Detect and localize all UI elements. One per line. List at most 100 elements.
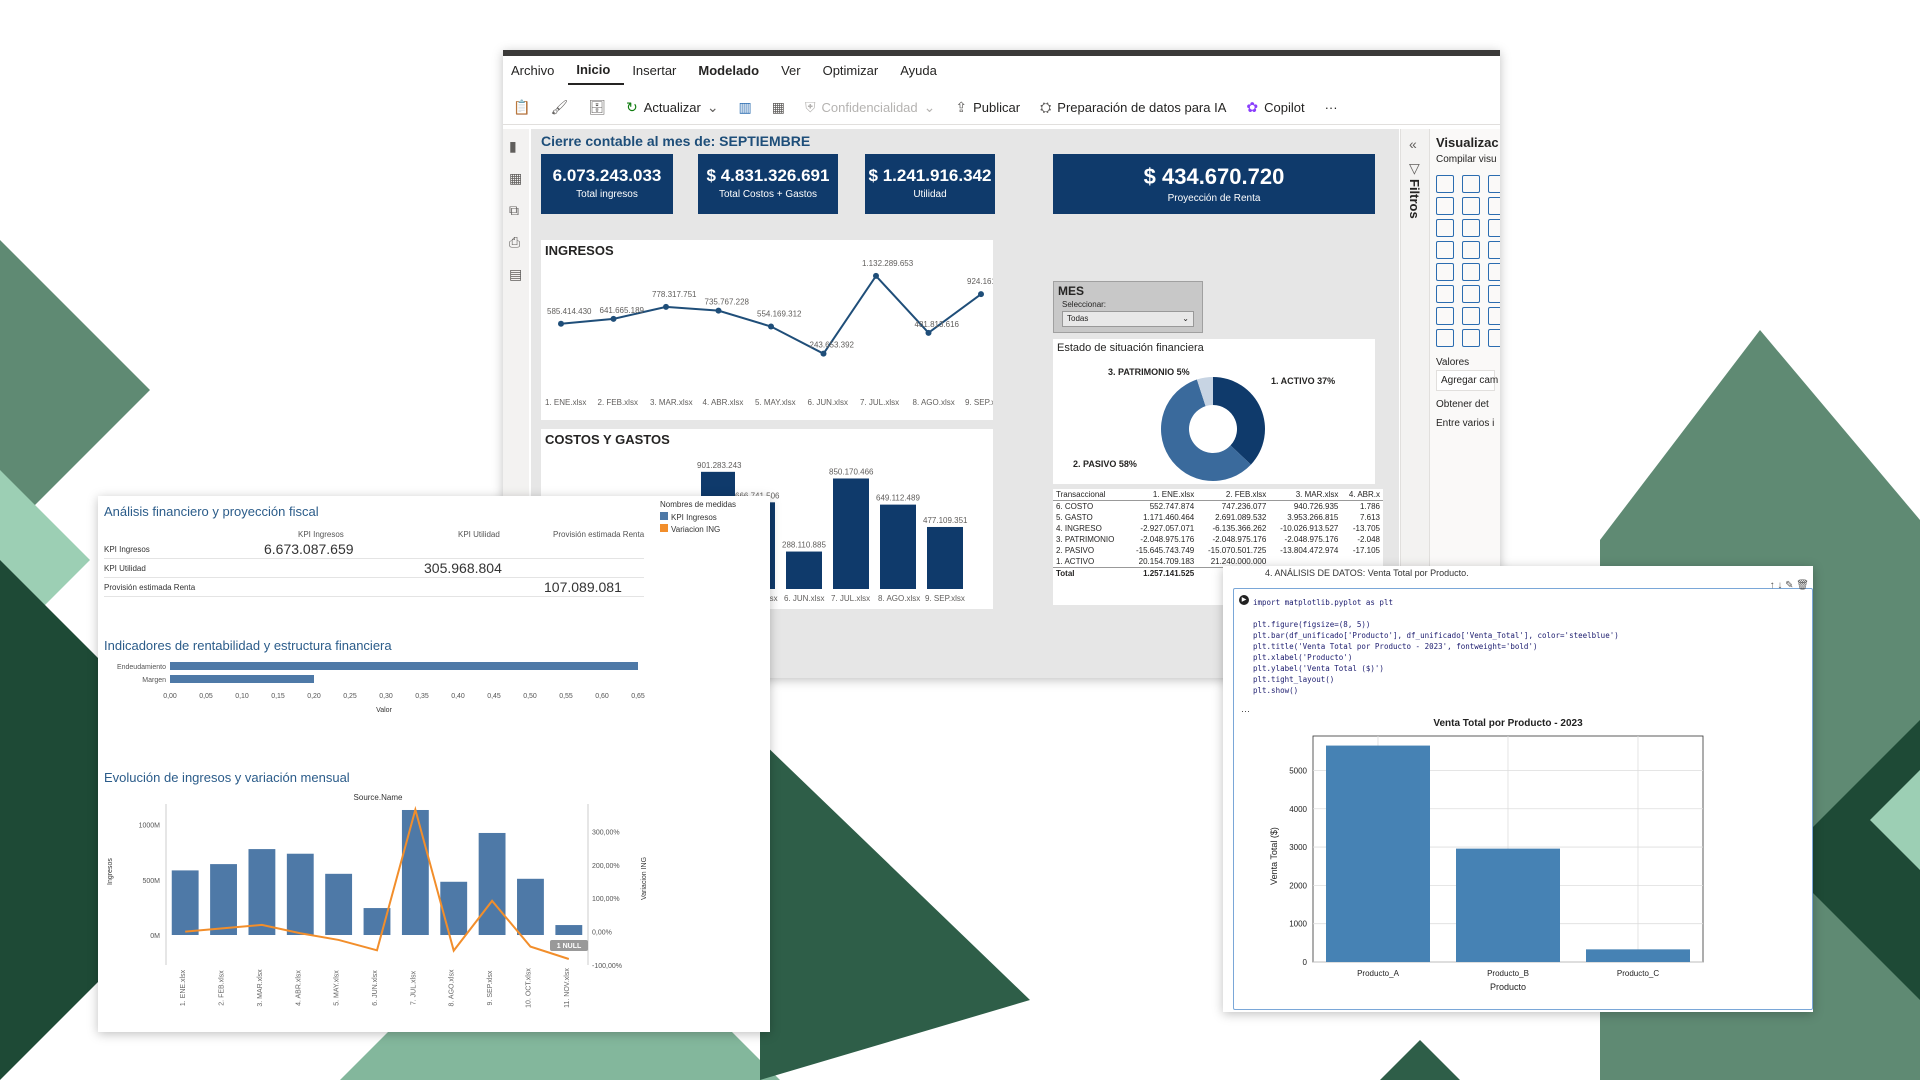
bar bbox=[555, 925, 583, 935]
y-tick-label: 5000 bbox=[1289, 766, 1307, 775]
kpi-proyeccion-renta[interactable]: $ 434.670.720 Proyección de Renta bbox=[1053, 154, 1375, 214]
data-point bbox=[925, 329, 932, 336]
kpi-row[interactable]: KPI Utilidad 305.968.804 bbox=[104, 559, 644, 578]
more-button[interactable]: ··· bbox=[1315, 92, 1348, 122]
edit-icon[interactable]: ✎ bbox=[1785, 580, 1793, 591]
visual-type-icon[interactable] bbox=[1462, 307, 1480, 325]
bar bbox=[880, 504, 916, 589]
visual-type-icon[interactable] bbox=[1436, 307, 1454, 325]
legend-item[interactable]: Variacion ING bbox=[660, 524, 736, 534]
run-icon[interactable]: ▶ bbox=[1239, 595, 1249, 605]
visual-type-icon[interactable] bbox=[1436, 175, 1454, 193]
ingresos-chart-panel[interactable]: INGRESOS 585.414.430 1. ENE.xlsx 641.665.1… bbox=[541, 240, 993, 420]
legend-label: KPI Ingresos bbox=[671, 513, 717, 522]
move-up-icon[interactable]: ↑ bbox=[1770, 580, 1775, 591]
kpi-label: Proyección de Renta bbox=[1167, 193, 1261, 204]
x-tick-label: Producto_A bbox=[1357, 969, 1399, 978]
column-header[interactable]: 1. ENE.xlsx bbox=[1125, 489, 1198, 501]
table-row[interactable]: 6. COSTO 552.747.874 747.236.077 940.726.93… bbox=[1053, 501, 1383, 513]
visual-type-icon[interactable] bbox=[1488, 175, 1500, 193]
menu-item[interactable]: Archivo bbox=[503, 56, 568, 86]
cross-report-label: Entre varios i bbox=[1436, 418, 1495, 429]
calculator-button[interactable]: ▦ bbox=[762, 92, 795, 122]
code-line: plt.xlabel('Producto') bbox=[1253, 653, 1353, 662]
column-header[interactable]: 4. ABR.x bbox=[1341, 489, 1383, 501]
table-row[interactable]: 2. PASIVO -15.645.743.749 -15.070.501.725 -… bbox=[1053, 545, 1383, 556]
menu-item[interactable]: Insertar bbox=[624, 56, 690, 86]
refresh-button[interactable]: ↻ Actualizar ⌄ bbox=[616, 92, 729, 122]
visual-type-icon[interactable] bbox=[1436, 285, 1454, 303]
add-field-box[interactable]: Agregar cam bbox=[1436, 370, 1498, 391]
visual-type-icon[interactable] bbox=[1462, 285, 1480, 303]
report-view-icon[interactable]: ▮ bbox=[509, 139, 523, 153]
x-tick-label: 6. JUN.xlsx bbox=[784, 594, 824, 603]
y2-tick-label: 300,00% bbox=[592, 829, 620, 836]
code-line: plt.figure(figsize=(8, 5)) bbox=[1253, 620, 1371, 629]
visual-type-icon[interactable] bbox=[1462, 263, 1480, 281]
dax-view-icon[interactable]: ⎙ bbox=[509, 235, 523, 249]
prep-ai-button[interactable]: ⛭ Preparación de datos para IA bbox=[1030, 92, 1236, 122]
visual-type-icon[interactable] bbox=[1488, 241, 1500, 259]
tableau-dashboard: Análisis financiero y proyección fiscal … bbox=[98, 496, 770, 1032]
menu-item[interactable]: Optimizar bbox=[815, 56, 893, 86]
kpi-row[interactable]: KPI Ingresos 6.673.087.659 bbox=[104, 540, 644, 559]
kpi-utilidad[interactable]: $ 1.241.916.342 Utilidad bbox=[865, 154, 995, 214]
collapse-icon[interactable]: « bbox=[1409, 137, 1417, 151]
slicer-dropdown[interactable]: Todas ⌄ bbox=[1062, 311, 1194, 327]
visual-type-icon[interactable] bbox=[1488, 263, 1500, 281]
legend-item[interactable]: KPI Ingresos bbox=[660, 512, 736, 522]
visual-type-icon[interactable] bbox=[1436, 241, 1454, 259]
code-line: plt.ylabel('Venta Total ($)') bbox=[1253, 664, 1384, 673]
table-row[interactable]: 4. INGRESO -2.927.057.071 -6.135.366.262 -1… bbox=[1053, 523, 1383, 534]
kpi-label: Total Costos + Gastos bbox=[718, 189, 818, 200]
column-header[interactable]: 3. MAR.xlsx bbox=[1269, 489, 1342, 501]
visual-type-icon[interactable] bbox=[1436, 197, 1454, 215]
column-header[interactable]: 2. FEB.xlsx bbox=[1197, 489, 1270, 501]
table-view-icon[interactable]: ▦ bbox=[509, 171, 523, 185]
table-row[interactable]: 3. PATRIMONIO -2.048.975.176 -2.048.975.17… bbox=[1053, 534, 1383, 545]
code-block[interactable]: import matplotlib.pyplot as plt plt.figur… bbox=[1253, 597, 1619, 696]
paste-button[interactable]: 📋 bbox=[503, 92, 540, 122]
x-tick-label: 0,45 bbox=[487, 693, 501, 700]
visual-type-icon[interactable] bbox=[1462, 241, 1480, 259]
kpi-row[interactable]: Provisión estimada Renta 107.089.081 bbox=[104, 578, 644, 597]
estado-chart-panel[interactable]: Estado de situación financiera 1. ACTIVO… bbox=[1053, 339, 1375, 484]
visual-type-icon[interactable] bbox=[1436, 219, 1454, 237]
x-tick-label: 7. JUL.xlsx bbox=[860, 398, 899, 407]
tmdl-view-icon[interactable]: ▤ bbox=[509, 267, 523, 281]
menu-item[interactable]: Ayuda bbox=[892, 56, 951, 86]
publish-button[interactable]: ⇪ Publicar bbox=[945, 92, 1030, 122]
kpi-total-ingresos[interactable]: 6.073.243.033 Total ingresos bbox=[541, 154, 673, 214]
visual-type-icon[interactable] bbox=[1462, 175, 1480, 193]
data-point bbox=[978, 291, 984, 298]
visual-type-icon[interactable] bbox=[1488, 307, 1500, 325]
table-row[interactable]: 5. GASTO 1.171.460.464 2.691.089.532 3.953.… bbox=[1053, 512, 1383, 523]
move-down-icon[interactable]: ↓ bbox=[1777, 580, 1782, 591]
visual-type-icon[interactable] bbox=[1488, 329, 1500, 347]
visual-type-icon[interactable] bbox=[1488, 285, 1500, 303]
slice-label: 1. ACTIVO 37% bbox=[1271, 376, 1335, 386]
visual-type-icon[interactable] bbox=[1488, 197, 1500, 215]
sensitivity-button[interactable]: ⛨ Confidencialidad ⌄ bbox=[795, 92, 945, 122]
new-visual-button[interactable]: ▥ bbox=[729, 92, 762, 122]
format-painter-button[interactable]: 🖌 bbox=[540, 92, 578, 122]
data-label: 288.110.885 bbox=[782, 541, 826, 550]
copilot-button[interactable]: ✿ Copilot bbox=[1236, 92, 1314, 122]
visual-type-icon[interactable] bbox=[1462, 219, 1480, 237]
mes-slicer[interactable]: MES Seleccionar: Todas ⌄ bbox=[1053, 281, 1203, 333]
kpi-total-costos[interactable]: $ 4.831.326.691 Total Costos + Gastos bbox=[698, 154, 838, 214]
slicer-subtitle: Seleccionar: bbox=[1062, 300, 1107, 309]
visual-type-icon[interactable] bbox=[1488, 219, 1500, 237]
visual-type-icon[interactable] bbox=[1436, 263, 1454, 281]
visual-type-icon[interactable] bbox=[1436, 329, 1454, 347]
column-header[interactable]: Transaccional bbox=[1053, 489, 1126, 501]
menu-item[interactable]: Inicio bbox=[568, 57, 625, 85]
menu-item[interactable]: Modelado bbox=[690, 56, 773, 86]
visual-type-icon[interactable] bbox=[1462, 329, 1480, 347]
model-view-icon[interactable]: ⧉ bbox=[509, 203, 523, 217]
visual-type-icon[interactable] bbox=[1462, 197, 1480, 215]
refresh-label: Actualizar bbox=[643, 99, 701, 115]
data-button[interactable]: 🗄 bbox=[578, 92, 616, 122]
menu-item[interactable]: Ver bbox=[773, 56, 815, 86]
delete-icon[interactable]: 🗑 bbox=[1796, 580, 1809, 591]
